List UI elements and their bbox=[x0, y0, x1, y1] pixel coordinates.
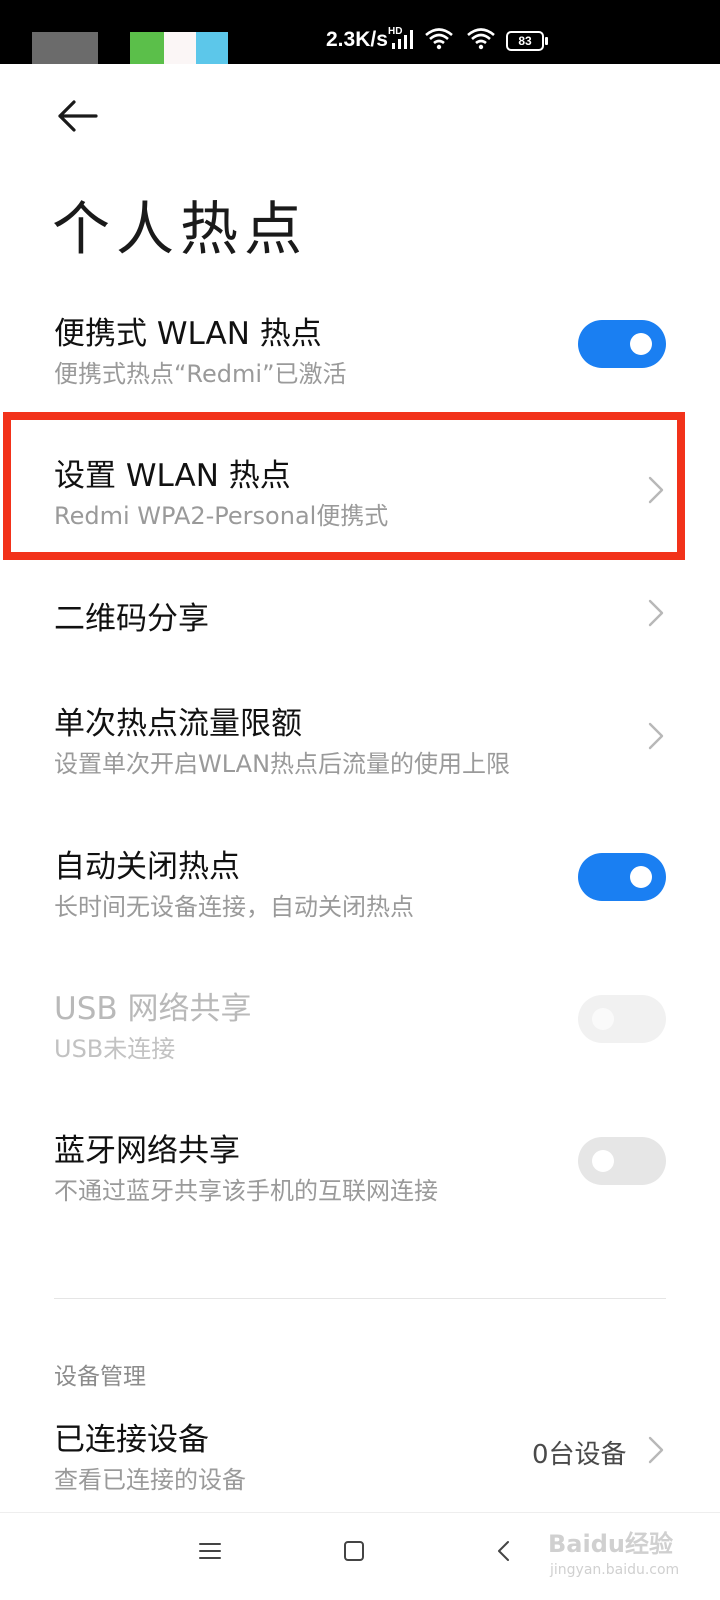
network-speed: 2.3K/s bbox=[326, 28, 388, 51]
toggle-knob bbox=[592, 1150, 614, 1172]
baidu-watermark: Baidu经验 jingyan.baidu.com bbox=[548, 1520, 698, 1590]
bluetooth-tethering-row[interactable]: 蓝牙网络共享 不通过蓝牙共享该手机的互联网连接 bbox=[0, 1117, 720, 1217]
section-label-device-management: 设备管理 bbox=[54, 1364, 146, 1390]
row-subtitle: 便携式热点“Redmi”已激活 bbox=[54, 360, 347, 388]
usb-tethering-toggle bbox=[578, 995, 666, 1043]
row-title: 自动关闭热点 bbox=[54, 849, 240, 885]
toggle-knob bbox=[630, 333, 652, 355]
toggle-knob bbox=[630, 866, 652, 888]
row-title: 便携式 WLAN 热点 bbox=[54, 316, 322, 352]
portable-hotspot-row[interactable]: 便携式 WLAN 热点 便携式热点“Redmi”已激活 bbox=[0, 300, 720, 400]
back-arrow-icon[interactable] bbox=[56, 96, 100, 136]
chevron-right-icon bbox=[648, 722, 664, 750]
notification-icon-gray bbox=[32, 32, 98, 64]
connected-devices-row[interactable]: 已连接设备 查看已连接的设备 0台设备 bbox=[0, 1408, 720, 1508]
row-subtitle: 不通过蓝牙共享该手机的互联网连接 bbox=[54, 1177, 438, 1205]
hotspot-wifi-icon bbox=[467, 28, 495, 50]
page-title: 个人热点 bbox=[52, 195, 309, 263]
chevron-right-icon bbox=[648, 1436, 664, 1464]
auto-close-toggle[interactable] bbox=[578, 853, 666, 901]
auto-close-row[interactable]: 自动关闭热点 长时间无设备连接，自动关闭热点 bbox=[0, 833, 720, 933]
row-subtitle: USB未连接 bbox=[54, 1035, 176, 1063]
usb-tethering-row: USB 网络共享 USB未连接 bbox=[0, 975, 720, 1075]
chevron-right-icon bbox=[648, 599, 664, 627]
home-icon[interactable] bbox=[342, 1539, 366, 1563]
row-title: 单次热点流量限额 bbox=[54, 706, 302, 742]
battery-icon: 83 bbox=[506, 31, 544, 51]
notification-icon-white bbox=[164, 32, 196, 64]
battery-level: 83 bbox=[518, 34, 532, 48]
signal-icon bbox=[392, 30, 413, 49]
menu-icon[interactable] bbox=[198, 1539, 222, 1563]
wifi-icon bbox=[425, 28, 453, 50]
status-bar: 2.3K/s HD 83 bbox=[0, 0, 720, 64]
back-nav-icon[interactable] bbox=[492, 1539, 516, 1563]
bluetooth-tethering-toggle[interactable] bbox=[578, 1137, 666, 1185]
notification-icon-green bbox=[130, 32, 164, 64]
watermark-logo: Baidu经验 bbox=[548, 1530, 673, 1558]
portable-hotspot-toggle[interactable] bbox=[578, 320, 666, 368]
row-title: USB 网络共享 bbox=[54, 991, 252, 1027]
row-subtitle: 设置单次开启WLAN热点后流量的使用上限 bbox=[54, 750, 511, 778]
row-title: 蓝牙网络共享 bbox=[54, 1133, 240, 1169]
row-subtitle: 查看已连接的设备 bbox=[54, 1466, 246, 1494]
traffic-limit-row[interactable]: 单次热点流量限额 设置单次开启WLAN热点后流量的使用上限 bbox=[0, 690, 720, 790]
row-subtitle: 长时间无设备连接，自动关闭热点 bbox=[54, 893, 414, 921]
notification-icon-blue bbox=[196, 32, 228, 64]
watermark-url: jingyan.baidu.com bbox=[550, 1562, 680, 1578]
highlight-frame bbox=[3, 412, 685, 560]
divider bbox=[54, 1298, 666, 1299]
device-count: 0台设备 bbox=[532, 1440, 627, 1470]
toggle-knob bbox=[592, 1008, 614, 1030]
row-title: 二维码分享 bbox=[54, 601, 209, 637]
qr-share-row[interactable]: 二维码分享 bbox=[0, 585, 720, 665]
battery-tip bbox=[545, 37, 548, 45]
row-title: 已连接设备 bbox=[54, 1422, 209, 1458]
